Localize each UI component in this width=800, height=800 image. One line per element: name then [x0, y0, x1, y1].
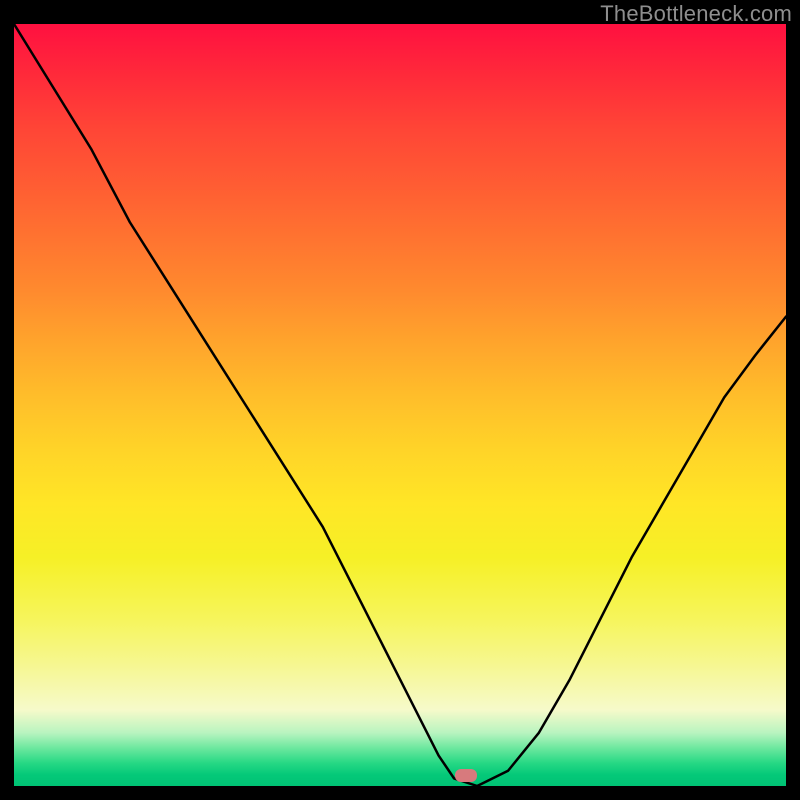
chart-stage: TheBottleneck.com — [0, 0, 800, 800]
optimal-marker — [455, 769, 477, 782]
bottleneck-curve — [14, 24, 786, 786]
plot-area — [14, 24, 786, 786]
bottleneck-curve-path — [14, 24, 786, 786]
